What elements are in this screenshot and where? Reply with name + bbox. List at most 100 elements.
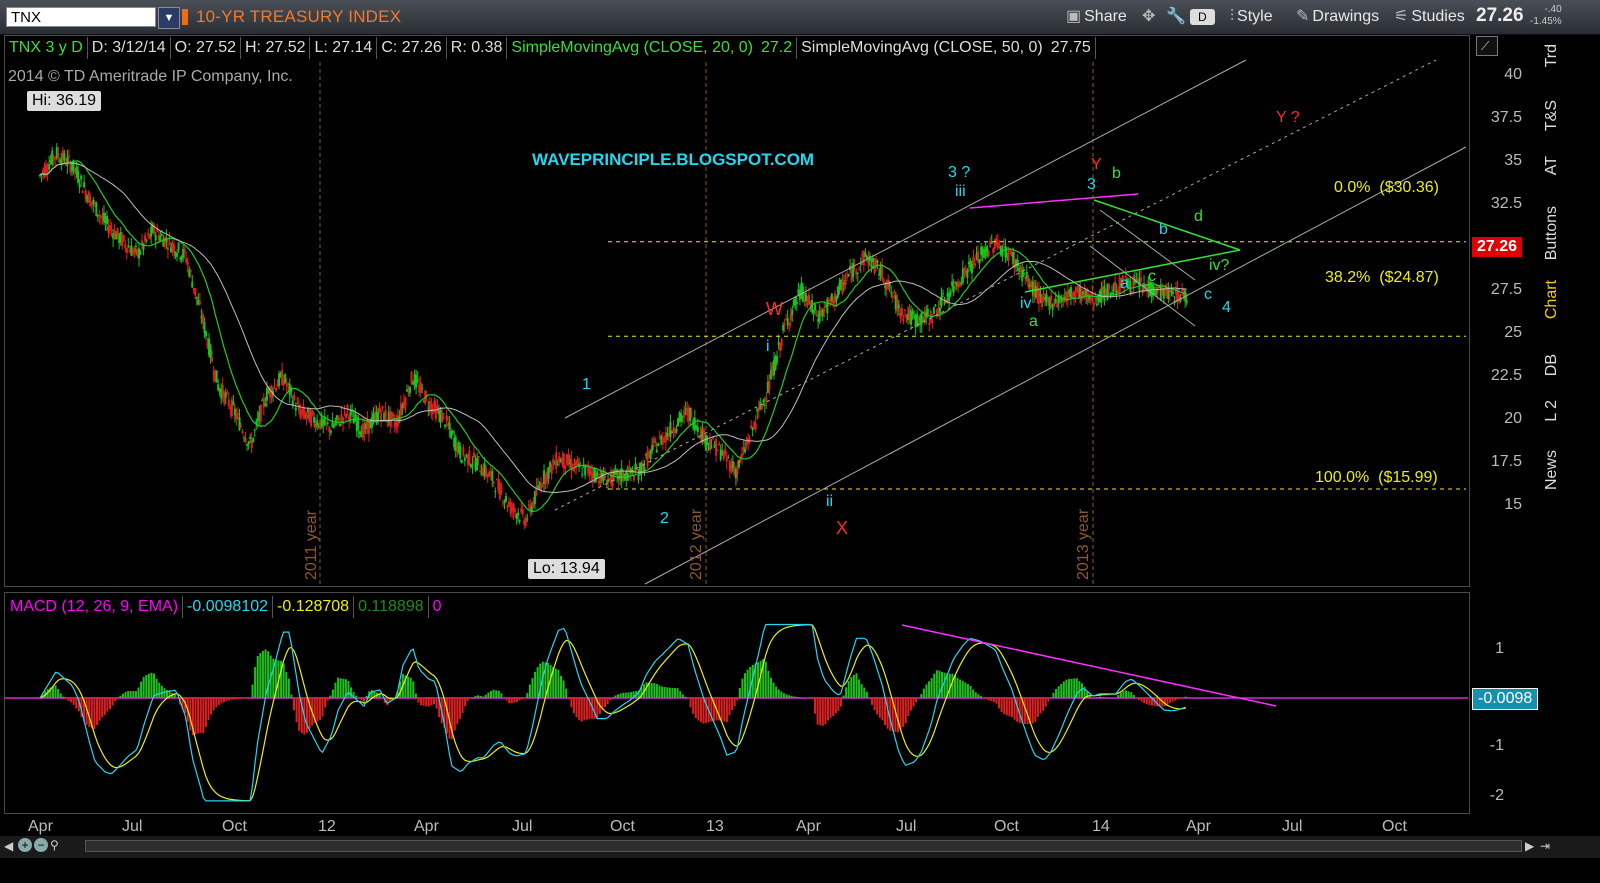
candle-body [858,268,861,270]
candle-body [1021,270,1024,281]
candle-body [989,240,992,248]
candle-body [445,415,448,421]
scroll-left-icon[interactable]: ◀ [4,839,13,853]
candle-body [500,489,503,493]
candle-body [801,286,804,302]
candle-body [881,265,884,280]
side-tab-news[interactable]: News [1543,450,1569,490]
candle-body [354,413,357,422]
candle-body [462,447,465,456]
macd-axis[interactable]: 1 -1 -2 [1470,610,1530,810]
candle-body [226,392,229,394]
candle-body [92,199,95,205]
candle-body [966,270,969,278]
candle-body [410,371,413,384]
candle-body [690,412,693,414]
time-scrollbar[interactable] [85,840,1522,852]
candle-body [78,185,81,188]
side-tab-buttons[interactable]: Buttons [1543,206,1569,260]
price-tick-label: 35 [1504,152,1522,169]
side-tab-ts[interactable]: T&S [1543,100,1569,131]
price-tick-label: 40 [1504,66,1522,83]
candle-body [381,406,384,409]
candle-body [576,460,579,462]
candle-body [655,449,658,453]
scroll-end-icon[interactable]: ⇥ [1540,839,1550,853]
candle-body [159,235,162,241]
candle-body [1162,289,1165,299]
candle-body [421,387,424,389]
candle-body [584,464,587,476]
candle-body [710,447,713,449]
candle-body [555,452,558,469]
candle-body [794,296,797,306]
candle-body [1092,302,1095,307]
candle-body [338,423,341,426]
annotation-fib382: 38.2% ($24.87) [1325,269,1439,286]
side-tab-at[interactable]: AT [1543,156,1569,175]
candle-body [337,415,340,420]
candle-body [48,164,51,170]
candle-body [1041,295,1044,307]
lo-label: Lo: 13.94 [528,559,605,579]
time-tick-label: 14 [1092,818,1110,835]
candle-body [1095,303,1098,306]
candle-body [83,182,86,188]
candle-body [332,425,335,428]
candle-body [890,292,893,294]
candle-body [194,288,197,296]
candle-body [463,457,466,461]
candlesticks [39,143,1188,802]
chart-expand-button[interactable]: ⟋ [1476,36,1498,56]
candle-body [329,430,332,433]
side-tab-chart[interactable]: Chart [1543,280,1569,319]
annotation-fib100: 100.0% ($15.99) [1315,469,1438,486]
side-tab-db[interactable]: DB [1543,354,1569,376]
candle-body [635,469,638,471]
candle-body [145,239,148,241]
candle-body [637,474,640,481]
candle-body [67,155,70,157]
candle-body [812,310,815,314]
annotation-site: WAVEPRINCIPLE.BLOGSPOT.COM [532,150,815,169]
candle-body [472,452,475,457]
sma20-line [39,160,1187,513]
candle-body [607,479,610,483]
candle-body [106,216,109,224]
annotation-wiii: iii [955,183,966,200]
zoom-out-icon[interactable]: − [34,838,48,852]
annotation-wc2: c [1204,286,1212,303]
channel-upper-line [564,59,1247,419]
macd-value-badge: -0.0098 [1472,688,1539,710]
candle-body [491,470,494,482]
candle-body [940,295,943,306]
candle-body [1009,249,1012,252]
macd-tick-label: -2 [1489,787,1504,804]
candle-body [541,485,544,487]
candle-body [949,291,952,295]
side-tab-trd[interactable]: Trd [1543,44,1569,67]
candle-body [57,153,60,157]
zoom-in-icon[interactable]: + [18,838,32,852]
time-tick-label: Oct [1382,818,1407,835]
search-icon[interactable]: ⚲ [50,838,66,852]
macd-study-label[interactable]: MACD (12, 26, 9, EMA) [6,596,184,618]
candle-body [844,279,847,285]
candle-body [951,281,954,287]
side-tab-l2[interactable]: L 2 [1543,400,1569,422]
annotation-w4: 4 [1222,299,1231,316]
candle-body [259,405,262,422]
candle-body [477,456,480,459]
candle-body [1141,286,1144,294]
candle-body [683,410,686,418]
candle-body [313,417,316,423]
price-axis[interactable]: 4037.53532.53027.52522.52017.515 [1470,64,1530,594]
candle-body [133,248,136,253]
candle-body [1074,291,1077,297]
price-tick-label: 25 [1504,324,1522,341]
candle-body [512,503,515,512]
candle-body [232,401,235,405]
candle-body [651,445,654,452]
candle-body [754,423,757,430]
scroll-right-icon[interactable]: ▶ [1525,839,1534,853]
